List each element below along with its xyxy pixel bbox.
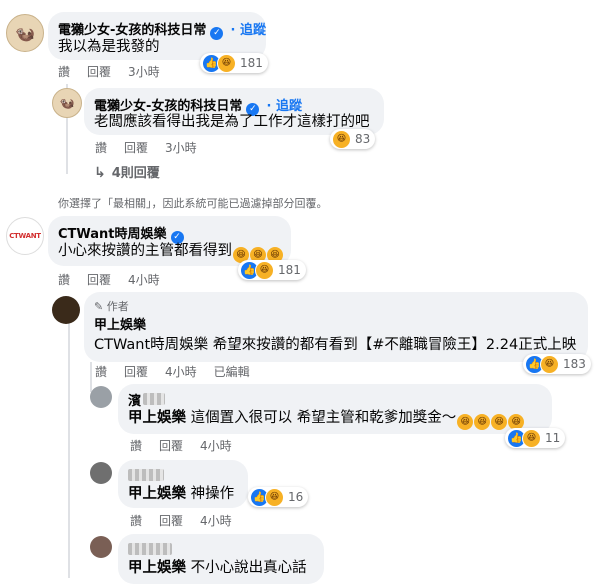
otter-icon: 🦦	[15, 23, 35, 43]
reaction-count[interactable]: 👍 😆 181	[200, 53, 268, 73]
like-button[interactable]: 讚	[95, 365, 107, 379]
otter-icon: 🦦	[59, 96, 75, 110]
laughing-emoji-icon: 😆	[474, 414, 491, 430]
like-button[interactable]: 讚	[130, 514, 142, 528]
reply-arrow-icon: ↳	[94, 165, 106, 181]
comment-text: CTWant時周娛樂 希望來按讚的都有看到【#不離職冒險王】2.24正式上映	[94, 337, 577, 353]
redacted-name	[128, 543, 172, 555]
comment-actions: 讚 回覆 3小時	[58, 64, 177, 80]
haha-icon: 😆	[217, 53, 236, 73]
reply-button[interactable]: 回覆	[159, 439, 183, 453]
follow-button[interactable]: · 追蹤	[231, 23, 266, 38]
avatar[interactable]	[90, 386, 112, 408]
haha-icon: 😆	[540, 354, 559, 374]
filter-notice: 你選擇了「最相關」，因此系統可能已過濾掉部分回覆。	[58, 197, 328, 210]
reaction-count[interactable]: 😆 83	[330, 129, 376, 149]
timestamp[interactable]: 4小時	[165, 365, 197, 379]
like-button[interactable]: 讚	[95, 141, 107, 155]
commenter-name[interactable]: 濱	[128, 394, 141, 409]
mention-link[interactable]: 甲上娛樂	[128, 410, 186, 426]
commenter-name[interactable]: CTWant時周娛樂	[58, 227, 167, 242]
comment-text: 我以為是我發的	[58, 39, 160, 55]
comment-actions: 讚 回覆 4小時	[130, 513, 249, 529]
mention-link[interactable]: 甲上娛樂	[128, 486, 186, 502]
reply-button[interactable]: 回覆	[87, 65, 111, 79]
comment-actions: 讚 回覆 4小時	[58, 272, 177, 288]
timestamp[interactable]: 3小時	[128, 65, 160, 79]
commenter-name[interactable]: 電獺少女-女孩的科技日常	[94, 99, 242, 114]
comment-bubble: 濱 甲上娛樂 這個置入很可以 希望主管和乾爹加獎金～ 😆 😆 😆 😆	[118, 384, 552, 434]
timestamp[interactable]: 4小時	[128, 273, 160, 287]
laughing-emoji-icon: 😆	[457, 414, 474, 430]
view-more-replies[interactable]: ↳ 4則回覆	[94, 162, 160, 181]
avatar[interactable]: 🦦	[52, 88, 82, 118]
reply-button[interactable]: 回覆	[124, 365, 148, 379]
like-button[interactable]: 讚	[58, 273, 70, 287]
comment-text: 甲上娛樂 不小心說出真心話	[128, 560, 307, 576]
haha-icon: 😆	[332, 129, 351, 149]
comment-bubble: 甲上娛樂 神操作	[118, 460, 248, 508]
timestamp[interactable]: 4小時	[200, 439, 232, 453]
redacted-name	[143, 393, 166, 405]
edited-label[interactable]: 已編輯	[214, 365, 250, 379]
timestamp[interactable]: 3小時	[165, 141, 197, 155]
haha-icon: 😆	[255, 260, 274, 280]
haha-icon: 😆	[265, 487, 284, 507]
comment-actions: 讚 回覆 3小時	[95, 140, 214, 156]
haha-icon: 😆	[522, 428, 541, 448]
comment-bubble: ✎ 作者 甲上娛樂 CTWant時周娛樂 希望來按讚的都有看到【#不離職冒險王】…	[84, 292, 588, 362]
commenter-name[interactable]: 電獺少女-女孩的科技日常	[58, 23, 206, 38]
comment-text: 老闆應該看得出我是為了工作才這樣打的吧	[94, 114, 370, 130]
comment-actions: 讚 回覆 4小時 已編輯	[95, 364, 267, 380]
mention-link[interactable]: 甲上娛樂	[128, 560, 186, 576]
timestamp[interactable]: 4小時	[200, 514, 232, 528]
follow-button[interactable]: · 追蹤	[267, 99, 302, 114]
reply-button[interactable]: 回覆	[124, 141, 148, 155]
like-button[interactable]: 讚	[130, 439, 142, 453]
comment-text: 甲上娛樂 這個置入很可以 希望主管和乾爹加獎金～ 😆 😆 😆 😆	[128, 409, 525, 430]
author-badge: ✎ 作者	[94, 300, 129, 313]
redacted-name	[128, 469, 164, 481]
comment-actions: 讚 回覆 4小時	[130, 438, 249, 454]
avatar[interactable]	[90, 536, 112, 558]
verified-icon: ✓	[210, 27, 224, 40]
reply-button[interactable]: 回覆	[159, 514, 183, 528]
reply-button[interactable]: 回覆	[87, 273, 111, 287]
laughing-emoji-icon: 😆	[491, 414, 508, 430]
commenter-name[interactable]: 甲上娛樂	[94, 318, 146, 334]
comment-bubble: CTWant時周娛樂 ✓ 小心來按讚的主管都看得到 😆 😆 😆	[48, 216, 291, 266]
avatar[interactable]	[90, 462, 112, 484]
avatar[interactable]: CTWANT	[6, 217, 44, 255]
thread-line-2	[68, 320, 70, 578]
comment-text: 甲上娛樂 神操作	[128, 486, 235, 502]
reaction-count[interactable]: 👍 😆 11	[505, 428, 566, 448]
avatar[interactable]	[52, 296, 80, 324]
reaction-count[interactable]: 👍 😆 16	[248, 487, 309, 507]
reaction-count[interactable]: 👍 😆 183	[523, 354, 591, 374]
avatar[interactable]: 🦦	[6, 14, 44, 52]
comment-bubble: 電獺少女-女孩的科技日常 ✓ · 追蹤 老闆應該看得出我是為了工作才這樣打的吧	[84, 88, 384, 135]
pencil-icon: ✎	[94, 300, 104, 313]
comment-bubble: 甲上娛樂 不小心說出真心話	[118, 534, 324, 584]
like-button[interactable]: 讚	[58, 65, 70, 79]
reaction-count[interactable]: 👍 😆 181	[238, 260, 306, 280]
thread-line-3	[90, 362, 92, 392]
ctwant-logo: CTWANT	[9, 232, 41, 240]
